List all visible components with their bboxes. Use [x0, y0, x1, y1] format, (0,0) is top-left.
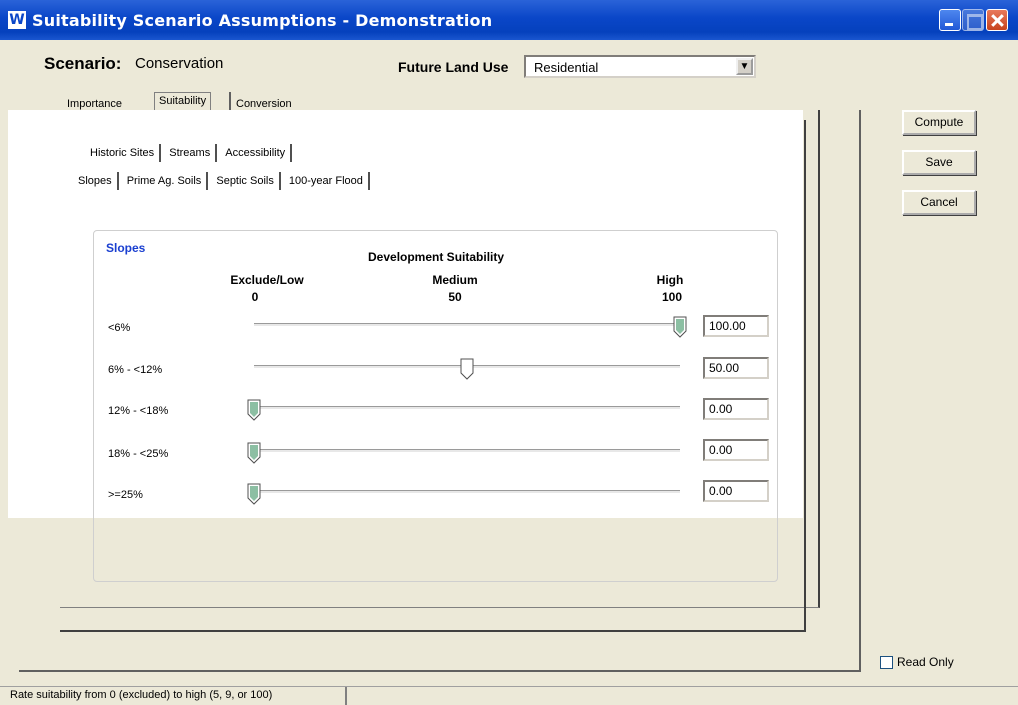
tab-divider [229, 92, 231, 110]
close-button[interactable] [986, 9, 1008, 31]
header-value-50: 50 [448, 290, 462, 304]
slope-slider-track[interactable] [254, 449, 680, 453]
subtab-prime-ag-soils[interactable]: Prime Ag. Soils [122, 172, 209, 190]
slope-slider-track[interactable] [254, 406, 680, 410]
status-divider [345, 687, 347, 705]
slope-row-label: 12% - <18% [108, 405, 169, 417]
header-high: High [656, 273, 684, 287]
subtab-row-1: Historic Sites Streams Accessibility [85, 144, 293, 162]
read-only-label: Read Only [897, 655, 954, 669]
subtab-row-2: Slopes Prime Ag. Soils Septic Soils 100-… [73, 172, 370, 190]
slope-slider-track[interactable] [254, 323, 680, 327]
slope-slider-track[interactable] [254, 490, 680, 494]
slope-row-label: <6% [108, 322, 131, 334]
subtab-septic-soils[interactable]: Septic Soils [211, 172, 281, 190]
future-land-use-select[interactable]: Residential ▼ [524, 55, 756, 78]
maximize-button[interactable] [962, 9, 984, 31]
app-icon: W [8, 11, 26, 29]
header-exclude-low: Exclude/Low [230, 273, 304, 287]
minimize-button[interactable] [939, 9, 961, 31]
slope-value-field[interactable]: 100.00 [703, 315, 769, 337]
suitability-window: W Suitability Scenario Assumptions - Dem… [0, 0, 1018, 705]
cancel-button[interactable]: Cancel [902, 190, 976, 215]
subtab-100-year-flood[interactable]: 100-year Flood [284, 172, 370, 190]
slider-thumb[interactable] [247, 399, 261, 421]
read-only-checkbox[interactable]: Read Only [880, 655, 954, 670]
scenario-label: Scenario: [44, 54, 122, 73]
title-bar[interactable]: W Suitability Scenario Assumptions - Dem… [0, 0, 1018, 40]
window-title: Suitability Scenario Assumptions - Demon… [32, 11, 493, 30]
compute-button[interactable]: Compute [902, 110, 976, 135]
scenario-value: Conservation [135, 55, 224, 72]
slider-thumb[interactable] [460, 358, 474, 380]
future-land-use-label: Future Land Use [398, 59, 509, 75]
slope-row-label: >=25% [108, 489, 143, 501]
subtab-historic-sites[interactable]: Historic Sites [85, 144, 162, 162]
slope-value-field[interactable]: 0.00 [703, 439, 769, 461]
subtab-streams[interactable]: Streams [164, 144, 218, 162]
header-medium: Medium [432, 273, 478, 287]
status-text: Rate suitability from 0 (excluded) to hi… [10, 689, 273, 701]
development-suitability-heading: Development Suitability [368, 250, 505, 264]
slope-value-field[interactable]: 50.00 [703, 357, 769, 379]
slope-value-field[interactable]: 0.00 [703, 480, 769, 502]
save-button[interactable]: Save [902, 150, 976, 175]
slope-row-label: 6% - <12% [108, 364, 163, 376]
subtab-accessibility[interactable]: Accessibility [220, 144, 293, 162]
future-land-use-value: Residential [534, 60, 599, 75]
chevron-down-icon[interactable]: ▼ [736, 58, 753, 75]
subtab-slopes[interactable]: Slopes [73, 172, 119, 190]
slopes-title: Slopes [106, 241, 146, 255]
slider-thumb[interactable] [673, 316, 687, 338]
slider-thumb[interactable] [247, 483, 261, 505]
tab-suitability[interactable]: Suitability [154, 92, 212, 112]
checkbox-icon[interactable] [880, 656, 893, 670]
header-value-100: 100 [661, 290, 683, 304]
status-bar: Rate suitability from 0 (excluded) to hi… [0, 686, 1018, 705]
slider-thumb[interactable] [247, 442, 261, 464]
slope-value-field[interactable]: 0.00 [703, 398, 769, 420]
slope-row-label: 18% - <25% [108, 448, 169, 460]
header-value-0: 0 [251, 290, 259, 304]
